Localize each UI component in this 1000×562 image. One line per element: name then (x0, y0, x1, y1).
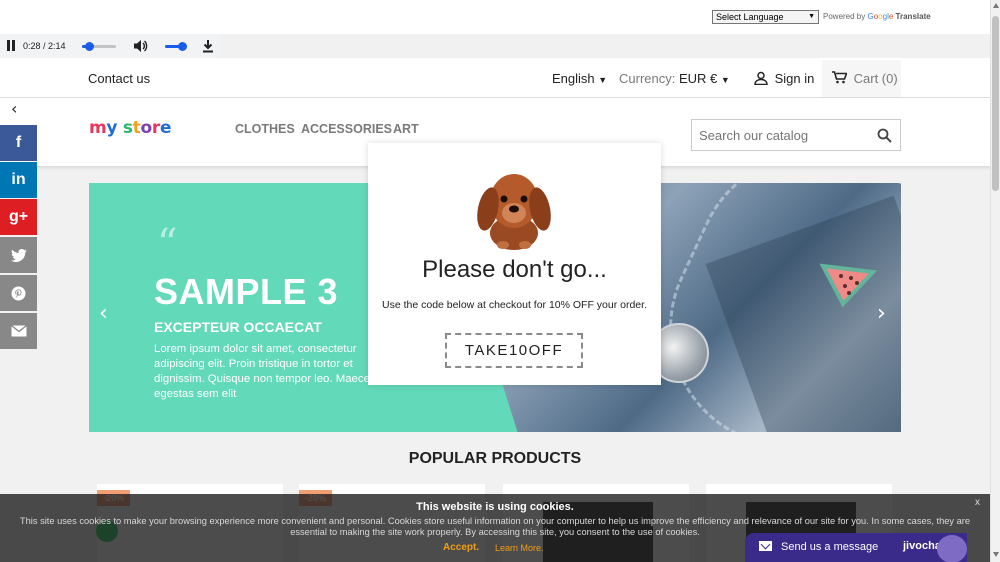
header-nav: Contact us English ▼ Currency: EUR € ▼ S… (0, 58, 990, 98)
cookie-close-icon[interactable]: x (975, 497, 980, 508)
slider-prev-arrow-icon[interactable]: ‹ (99, 301, 108, 326)
language-select[interactable]: Select Language ▼ (712, 10, 819, 24)
cart-label: Cart (0) (853, 71, 898, 86)
popup-title: Please don't go... (422, 256, 607, 283)
audio-progress-knob[interactable] (84, 42, 94, 51)
google-plus-icon: g+ (8, 208, 29, 225)
currency-value: EUR € (678, 71, 718, 86)
scroll-down-arrow-icon[interactable] (993, 552, 999, 557)
powered-by-google[interactable]: Powered by Google Translate (823, 12, 931, 21)
currency-dropdown[interactable]: Currency: EUR € ▼ (619, 71, 730, 86)
exit-intent-popup: Please don't go... Use the code below at… (368, 143, 661, 385)
scrollbar-thumb[interactable] (992, 16, 999, 191)
menu-art[interactable]: ART (393, 122, 419, 136)
google-plus-share-button[interactable]: g+ (0, 199, 37, 235)
shopping-cart-icon (832, 71, 848, 84)
scroll-up-arrow-icon[interactable] (993, 3, 999, 8)
pause-icon[interactable] (7, 40, 16, 52)
coupon-code[interactable]: TAKE10OFF (445, 333, 583, 368)
currency-label: Currency: (619, 71, 676, 86)
watermelon-pin-image (819, 263, 877, 308)
volume-knob[interactable] (178, 42, 188, 51)
caret-down-icon: ▼ (598, 75, 608, 85)
store-logo[interactable]: my store (89, 118, 172, 138)
email-icon (10, 325, 27, 337)
audio-time: 0:28 / 2:14 (23, 41, 66, 51)
pinterest-icon (11, 286, 26, 300)
email-share-button[interactable] (0, 313, 37, 349)
language-dropdown-value: English (552, 71, 595, 86)
search-icon[interactable] (877, 128, 892, 143)
chat-bubble-icon (937, 535, 967, 562)
search-input[interactable] (699, 121, 869, 149)
translate-label: Translate (895, 12, 931, 21)
audio-player: 0:28 / 2:14 (0, 34, 220, 58)
powered-by-label: Powered by (823, 12, 866, 21)
linkedin-icon: in (11, 171, 26, 188)
contact-us-link[interactable]: Contact us (88, 71, 150, 86)
facebook-share-button[interactable]: f (0, 125, 37, 161)
envelope-icon (759, 541, 772, 551)
page-scrollbar[interactable] (990, 0, 1000, 562)
user-icon (754, 71, 768, 86)
sign-in-label: Sign in (774, 71, 815, 86)
cart-button[interactable]: Cart (0) (822, 60, 901, 97)
linkedin-share-button[interactable]: in (0, 162, 37, 198)
quote-icon: “ (157, 221, 178, 267)
twitter-icon (10, 248, 26, 262)
sign-in-link[interactable]: Sign in (754, 71, 814, 86)
twitter-share-button[interactable] (0, 237, 37, 273)
audio-progress-slider[interactable] (82, 42, 116, 51)
cookie-title: This website is using cookies. (416, 501, 574, 513)
chat-label: Send us a message (781, 541, 879, 553)
slide-description: Lorem ipsum dolor sit amet, consectetur … (154, 343, 377, 400)
menu-clothes[interactable]: CLOTHES (235, 122, 295, 136)
download-icon[interactable] (202, 39, 214, 53)
language-dropdown[interactable]: English ▼ (552, 71, 607, 86)
cookie-accept-button[interactable]: Accept. (443, 542, 479, 553)
caret-down-icon: ▼ (720, 75, 730, 85)
google-logo: Google (867, 12, 894, 21)
slider-next-arrow-icon[interactable]: › (877, 301, 886, 326)
language-select-value: Select Language (716, 12, 784, 22)
collapse-sidebar-chevron-icon[interactable]: ‹ (11, 99, 17, 118)
slide-subtitle: EXCEPTEUR OCCAECAT (154, 319, 322, 335)
slide-title: SAMPLE 3 (154, 271, 339, 312)
puppy-image (477, 174, 551, 250)
chat-widget-button[interactable]: Send us a message jivochat (745, 533, 967, 562)
facebook-icon: f (15, 134, 22, 151)
volume-icon[interactable] (133, 39, 148, 53)
pinterest-share-button[interactable] (0, 275, 37, 311)
menu-accessories[interactable]: ACCESSORIES (301, 122, 392, 136)
select-arrow-icon: ▼ (808, 13, 815, 20)
popup-description: Use the code below at checkout for 10% O… (382, 299, 647, 311)
popular-products-heading: POPULAR PRODUCTS (408, 450, 582, 467)
search-box (691, 119, 901, 151)
volume-slider[interactable] (165, 42, 188, 51)
cookie-learn-more-link[interactable]: Learn More. (495, 543, 544, 553)
